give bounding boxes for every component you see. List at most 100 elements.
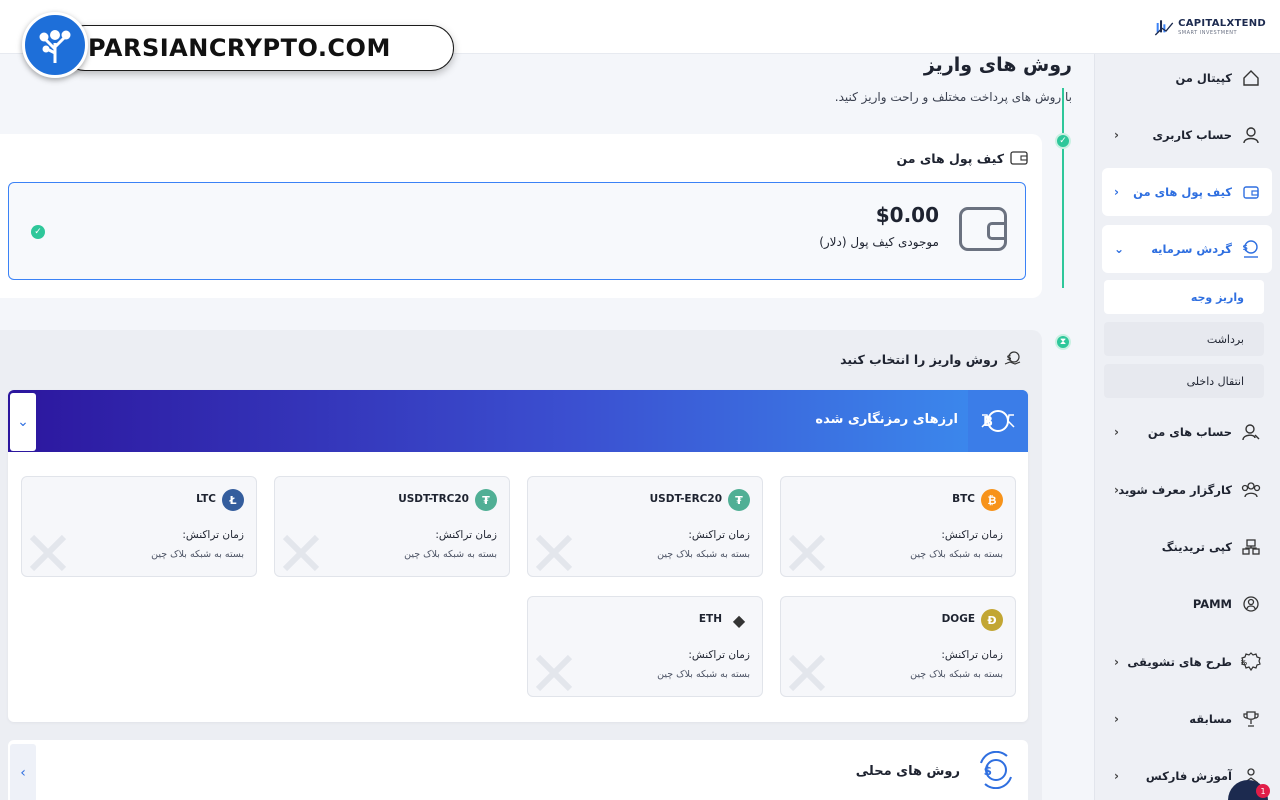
step-pending-icon: ⧗ [1055, 334, 1071, 350]
collapse-toggle-button[interactable]: ⌄ [10, 393, 36, 451]
litecoin-icon: Ł [222, 489, 244, 511]
chevron-down-icon: ⌄ [17, 414, 29, 430]
money-hand-icon: $ [1004, 351, 1021, 365]
wallet-icon [1010, 151, 1028, 165]
coin-card-usdt-trc20[interactable]: ₮ USDT-TRC20 زمان تراکنش: بسته به شبکه ب… [274, 476, 510, 577]
wallet-amount: $0.00 [875, 203, 939, 227]
svg-text:%: % [1241, 659, 1247, 667]
sidebar-item-become-broker[interactable]: کارگزار معرف شوید ‹ [1102, 466, 1272, 514]
page-title: روش های واریز [923, 54, 1072, 76]
wallet-header-label: کیف پول های من [896, 150, 1005, 166]
currency-exchange-icon: $ [976, 748, 1016, 792]
sidebar-item-my-wallets[interactable]: کیف پول های من ‹ [1102, 168, 1272, 216]
sidebar-subitem-label: واریز وجه [1190, 290, 1244, 304]
deposit-method-header-label: روش واریز را انتخاب کنید [840, 351, 998, 367]
user-icon [1240, 124, 1262, 146]
page-subtitle: با روش های پرداخت مختلف و راحت واریز کنی… [834, 90, 1072, 104]
sidebar-subitem-withdraw[interactable]: برداشت [1104, 322, 1264, 356]
coin-time-note: بسته به شبکه بلاک چین [151, 549, 244, 560]
x-watermark-icon [788, 654, 826, 692]
local-methods-panel[interactable]: $ روش های محلی › [8, 740, 1028, 800]
sidebar-item-label: حساب های من [1147, 425, 1232, 439]
coin-card-doge[interactable]: Ð DOGE زمان تراکنش: بسته به شبکه بلاک چی… [780, 596, 1016, 697]
sidebar-subitem-deposit[interactable]: واریز وجه [1104, 280, 1264, 314]
sidebar-item-label: کپیتال من [1175, 71, 1232, 85]
brand-tagline: SMART INVESTMENT [1178, 29, 1238, 36]
tether-icon: ₮ [728, 489, 750, 511]
sidebar-item-label: کیف پول های من [1133, 185, 1232, 199]
coin-time-note: بسته به شبکه بلاک چین [910, 549, 1003, 560]
coin-time-label: زمان تراکنش: [941, 649, 1003, 661]
coin-name: DOGE [941, 613, 975, 625]
sidebar-subitem-label: انتقال داخلی [1186, 374, 1244, 388]
logo-mark-icon [1154, 20, 1174, 36]
progress-timeline [1062, 88, 1064, 288]
sidebar-item-label: کپی تریدینگ [1161, 540, 1232, 554]
watermark-text: PARSIANCRYPTO.COM [88, 34, 391, 62]
wallet-large-icon [959, 207, 1007, 251]
coin-card-btc[interactable]: ₿ BTC زمان تراکنش: بسته به شبکه بلاک چین [780, 476, 1016, 577]
sidebar-item-capital-flow[interactable]: $ گردش سرمایه ⌄ [1102, 225, 1272, 273]
sidebar-item-label: آموزش فارکس [1145, 769, 1232, 783]
bitcoin-icon: ₿ [981, 489, 1003, 511]
sidebar-item-my-capital[interactable]: کپیتال من [1102, 54, 1272, 102]
pamm-icon [1240, 593, 1262, 615]
sidebar-item-label: مسابقه [1189, 712, 1232, 726]
tether-icon: ₮ [475, 489, 497, 511]
main-content: روش های واریز با روش های پرداخت مختلف و … [0, 54, 1094, 800]
group-icon [1240, 479, 1262, 501]
sidebar-item-label: PAMM [1192, 597, 1232, 611]
sidebar-subitem-label: برداشت [1206, 332, 1244, 346]
ethereum-icon: ◆ [732, 610, 746, 630]
brand-name: CAPITALXTEND [1178, 17, 1266, 29]
chevron-left-icon: ‹ [1114, 483, 1119, 497]
step-complete-icon: ✓ [1055, 133, 1071, 149]
deposit-method-header: $ روش واریز را انتخاب کنید [840, 350, 1022, 368]
wallet-balance-box[interactable]: $0.00 موجودی کیف پول (دلار) ✓ [8, 182, 1026, 280]
x-watermark-icon [535, 534, 573, 572]
svg-text:$: $ [1007, 354, 1012, 362]
chevron-right-icon: › [20, 765, 26, 781]
expand-toggle-button[interactable]: › [10, 744, 36, 800]
sidebar-item-pamm[interactable]: PAMM [1102, 580, 1272, 628]
coin-name: USDT-TRC20 [398, 493, 469, 505]
sidebar-item-label: طرح های تشویقی [1127, 655, 1232, 669]
sidebar-item-my-accounts[interactable]: حساب های من ‹ [1102, 408, 1272, 456]
account-icon [1240, 421, 1262, 443]
coin-time-note: بسته به شبکه بلاک چین [910, 669, 1003, 680]
sidebar-item-label: کارگزار معرف شوید [1118, 483, 1232, 497]
coin-time-label: زمان تراکنش: [435, 529, 497, 541]
sidebar-item-copy-trading[interactable]: کپی تریدینگ [1102, 523, 1272, 571]
watermark-tree-icon [22, 12, 88, 78]
sidebar-item-competition[interactable]: مسابقه ‹ [1102, 695, 1272, 743]
coin-time-label: زمان تراکنش: [941, 529, 1003, 541]
coin-time-label: زمان تراکنش: [688, 529, 750, 541]
coin-time-label: زمان تراکنش: [182, 529, 244, 541]
home-icon [1240, 67, 1262, 89]
sidebar-item-user-account[interactable]: حساب کاربری ‹ [1102, 111, 1272, 159]
notification-badge: 1 [1256, 784, 1270, 798]
coin-card-ltc[interactable]: Ł LTC زمان تراکنش: بسته به شبکه بلاک چین [21, 476, 257, 577]
crypto-panel-title: ارزهای رمزنگاری شده [815, 412, 958, 427]
sidebar-item-label: گردش سرمایه [1151, 242, 1232, 256]
sidebar-item-incentive-plans[interactable]: % طرح های تشویقی ‹ [1102, 638, 1272, 686]
crypto-banner[interactable]: B ارزهای رمزنگاری شده ⌄ [8, 390, 1028, 452]
chevron-left-icon: ‹ [1114, 712, 1119, 726]
sidebar-subitem-internal-transfer[interactable]: انتقال داخلی [1104, 364, 1264, 398]
chevron-left-icon: ‹ [1114, 425, 1119, 439]
coin-card-usdt-erc20[interactable]: ₮ USDT-ERC20 زمان تراکنش: بسته به شبکه ب… [527, 476, 763, 577]
crypto-panel: B ارزهای رمزنگاری شده ⌄ ₿ BTC زمان تراکن… [8, 390, 1028, 722]
money-flow-icon: $ [1240, 238, 1262, 260]
brand-logo[interactable]: CAPITALXTEND SMART INVESTMENT [1154, 10, 1266, 44]
trophy-icon [1240, 708, 1262, 730]
chevron-left-icon: ‹ [1114, 128, 1119, 142]
coin-name: USDT-ERC20 [649, 493, 722, 505]
chevron-left-icon: ‹ [1114, 769, 1119, 783]
coin-name: BTC [952, 493, 975, 505]
coin-time-label: زمان تراکنش: [688, 649, 750, 661]
coin-card-eth[interactable]: ◆ ETH زمان تراکنش: بسته به شبکه بلاک چین [527, 596, 763, 697]
x-watermark-icon [29, 534, 67, 572]
svg-text:$: $ [984, 764, 992, 778]
wallet-balance-label: موجودی کیف پول (دلار) [819, 235, 939, 249]
chevron-left-icon: ‹ [1114, 655, 1119, 669]
